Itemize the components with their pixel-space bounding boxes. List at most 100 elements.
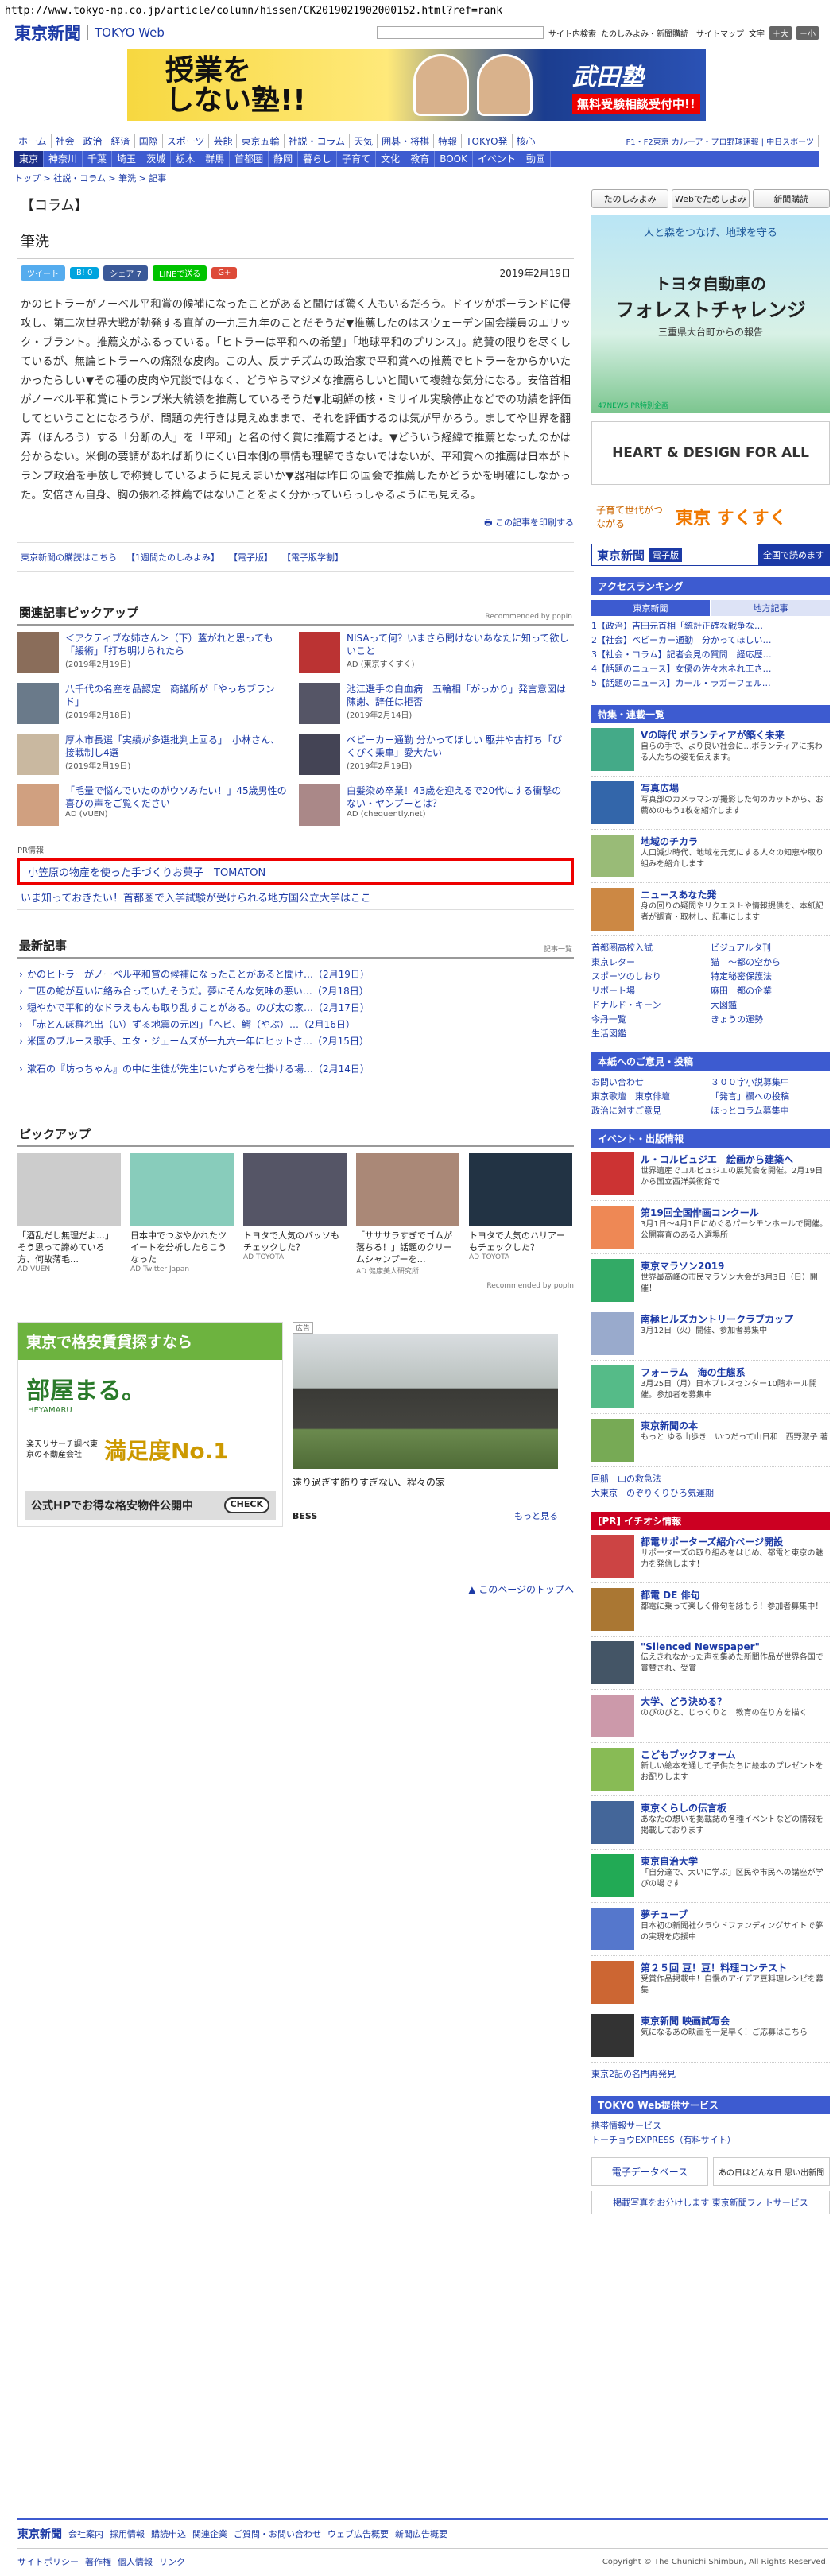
subnav-item[interactable]: 栃木 — [171, 151, 201, 167]
heart-design-ad[interactable]: HEART & DESIGN FOR ALL — [591, 421, 830, 485]
pickup-item[interactable]: 日本中でつぶやかれたツイートを分析したらこうなった AD Twitter Japa… — [130, 1153, 234, 1276]
pickup-title[interactable]: 「酒乱だし無理だよ…」そう思って諦めている方、何故薄毛… — [17, 1230, 121, 1265]
service-link[interactable]: トーチョウEXPRESS（有料サイト） — [591, 2133, 830, 2148]
related-title[interactable]: 「毛量で悩んでいたのがウソみたい！」45歳男性の喜びの声をご覧ください — [65, 784, 288, 810]
category-link[interactable]: ビジュアルタ刊 — [711, 941, 830, 955]
nav-item[interactable]: 政治 — [79, 134, 107, 148]
opinion-link[interactable]: 「発言」欄への投稿 — [711, 1090, 830, 1104]
event-item[interactable]: 東京新聞の本 もっと ゆる山歩き いつだって山日和 西野淑子 著 — [591, 1414, 830, 1467]
footer-link[interactable]: 関連企業 — [192, 2528, 227, 2540]
related-title[interactable]: 八千代の名産を品認定 商議所が「やっちブランド」 — [65, 683, 288, 708]
event-title[interactable]: フォーラム 海の生態系 — [641, 1365, 830, 1379]
pickup-item[interactable]: 「サササラすぎでゴムが落ちる！」話題のクリームシャンプーを… AD 健康美人研究所 — [356, 1153, 459, 1276]
latest-item[interactable]: 二匹の蛇が互いに絡み合っていたそうだ。夢にそんな気味の悪い…（2月18日） — [17, 983, 574, 1000]
line-share-button[interactable]: LINEで送る — [152, 265, 207, 281]
category-link[interactable]: 特定秘密保護法 — [711, 970, 830, 984]
latest-more-link[interactable]: 記事一覧 — [544, 943, 572, 954]
latest-item[interactable]: かのヒトラーがノーベル平和賞の候補になったことがあると聞け…（2月19日） — [17, 966, 574, 983]
pr-item[interactable]: 東京新聞 映画試写会 気になるあの映画を一足早く！ご応募はこちら — [591, 2009, 830, 2063]
event-title[interactable]: 南極ヒルズカントリークラブカップ — [641, 1312, 793, 1326]
subnav-item[interactable]: 茨城 — [141, 151, 172, 167]
category-link[interactable]: きょうの運勢 — [711, 1013, 830, 1027]
category-link[interactable]: 生活図鑑 — [591, 1027, 711, 1041]
nav-item[interactable]: 社会 — [52, 134, 79, 148]
opinion-link[interactable]: お問い合わせ — [591, 1075, 711, 1090]
subnav-item[interactable]: BOOK — [435, 151, 473, 167]
tab-tokyo[interactable]: 東京新聞 — [591, 600, 710, 616]
pr-title[interactable]: 大学、どう決める？ — [641, 1695, 808, 1708]
footer-link[interactable]: 新聞広告概要 — [395, 2528, 447, 2540]
event-item[interactable]: 南極ヒルズカントリークラブカップ 3月12日（火）開催、参加者募集中 — [591, 1307, 830, 1361]
related-item[interactable]: NISAって何？いまさら聞けないあなたに知って欲しいこと AD (東京すくすく) — [299, 632, 569, 680]
subnav-item[interactable]: 文化 — [376, 151, 406, 167]
tokyo-web-logo[interactable]: TOKYO Web — [87, 25, 165, 40]
pr-item[interactable]: 東京くらしの伝言板 あなたの想いを掲載誌の各種イベントなどの情報を掲載しております — [591, 1796, 830, 1850]
ranking-item[interactable]: 4【話題のニュース】女優の佐々木ネれ工さ… — [591, 662, 830, 676]
subnav-item[interactable]: 群馬 — [200, 151, 231, 167]
ranking-item[interactable]: 2【社会】ベビーカー通勤 分かってほしい… — [591, 633, 830, 648]
address-bar-url[interactable]: http://www.tokyo-np.co.jp/article/column… — [0, 0, 833, 22]
category-link[interactable]: 麻田 都の企業 — [711, 984, 830, 998]
nav-item[interactable]: 経済 — [107, 134, 135, 148]
opinion-link[interactable]: ほっとコラム募集中 — [711, 1104, 830, 1118]
subnav-item[interactable]: 千葉 — [83, 151, 113, 167]
event-item[interactable]: 第19回全国俳画コンクール 3月1日～4月1日にめぐるパーシモンホールで開催。公開… — [591, 1201, 830, 1254]
pickup-item[interactable]: トヨタで人気のハリアーもチェックした？ AD TOYOTA — [469, 1153, 572, 1276]
opinion-link[interactable]: 東京歌壇 東京俳壇 — [591, 1090, 711, 1104]
footer-link[interactable]: サイトポリシー — [17, 2555, 79, 2568]
pr-title[interactable]: 第２５回 豆！豆！料理コンテスト — [641, 1961, 830, 1974]
event-title[interactable]: 東京新聞の本 — [641, 1419, 828, 1432]
digital-link[interactable]: 【電子版】 — [229, 551, 273, 564]
tweet-button[interactable]: ツイート — [21, 265, 65, 281]
pr-title[interactable]: 東京くらしの伝言板 — [641, 1801, 830, 1815]
nav-item[interactable]: 核心 — [513, 134, 540, 148]
pickup-item[interactable]: 「酒乱だし無理だよ…」そう思って諦めている方、何故薄毛… AD VUEN — [17, 1153, 121, 1276]
trial-link[interactable]: 【1週間たのしみよみ】 — [126, 551, 219, 564]
subscribe-button[interactable]: 新聞購読 — [752, 189, 830, 208]
facebook-share-button[interactable]: シェア 7 — [103, 265, 148, 281]
category-link[interactable]: 猫 ～都の空から — [711, 955, 830, 970]
footer-link[interactable]: リンク — [159, 2555, 185, 2568]
memory-paper-banner[interactable]: あの日はどんな日 思い出新聞 — [713, 2157, 830, 2186]
footer-link[interactable]: 著作権 — [85, 2555, 111, 2568]
ranking-item[interactable]: 3【社会・コラム】記者会見の質問 経応歴… — [591, 648, 830, 662]
related-title[interactable]: ベビーカー通勤 分かってほしい 駆井や古打ち「びくびく乗車」愛大たい — [347, 734, 569, 759]
nav-item[interactable]: 社説・コラム — [285, 134, 351, 148]
nav-item[interactable]: ホーム — [14, 134, 52, 148]
event-item[interactable]: フォーラム 海の生態系 3月25日（月）日本プレスセンター10階ホール開催。参加者… — [591, 1361, 830, 1414]
subscribe-link[interactable]: 東京新聞の購読はこちら — [21, 551, 117, 564]
trial-read-button[interactable]: たのしみよみ — [591, 189, 669, 208]
category-link[interactable]: 東京レター — [591, 955, 711, 970]
pr-title[interactable]: 都電サポーターズ紹介ページ開設 — [641, 1535, 830, 1548]
back-to-top-link[interactable]: ▲ このページのトップへ — [17, 1582, 574, 1596]
nav-item[interactable]: 国際 — [135, 134, 163, 148]
footer-link[interactable]: 購読申込 — [151, 2528, 186, 2540]
related-title[interactable]: 池江選手の白血病 五輪相「がっかり」発言意図は陳謝、辞任は拒否 — [347, 683, 569, 708]
event-title[interactable]: 東京マラソン2019 — [641, 1259, 830, 1273]
nav-item[interactable]: スポーツ — [163, 134, 210, 148]
category-link[interactable]: 首都圏高校入試 — [591, 941, 711, 955]
category-link[interactable]: 大図鑑 — [711, 998, 830, 1013]
site-logo[interactable]: 東京新聞 — [14, 21, 81, 45]
pr-item[interactable]: "Silenced Newspaper" 伝えきれなかった声を集めた新聞作品が世界… — [591, 1637, 830, 1690]
nav-item[interactable]: 芸能 — [209, 134, 238, 148]
sukusuku-ad[interactable]: 子育て世代がつながる 東京 すくすく — [591, 493, 830, 540]
pr-title[interactable]: 東京自治大学 — [641, 1854, 830, 1868]
event-item[interactable]: ル・コルビュジエ 絵画から建築へ 世界遺産でコルビュジエの展覧会を開催。2月19日… — [591, 1148, 830, 1201]
special-title[interactable]: Vの時代 ボランティアが築く未来 — [641, 728, 830, 742]
related-item[interactable]: 厚木市長選「実績が多選批判上回る」 小林さん、接戦制し4選 (2019年2月19日… — [17, 734, 288, 781]
subnav-item[interactable]: 埼玉 — [112, 151, 142, 167]
related-title[interactable]: 厚木市長選「実績が多選批判上回る」 小林さん、接戦制し4選 — [65, 734, 288, 759]
pr-item[interactable]: 第２５回 豆！豆！料理コンテスト 受賞作品掲載中！自慢のアイデア豆料理レシピを募集 — [591, 1956, 830, 2009]
pr-title[interactable]: 都電 DE 俳句 — [641, 1588, 823, 1602]
related-item[interactable]: 八千代の名産を品認定 商議所が「やっちブランド」 (2019年2月18日) — [17, 683, 288, 730]
photo-service-banner[interactable]: 掲載写真をお分けします 東京新聞フォトサービス — [591, 2191, 830, 2214]
toyota-forest-ad[interactable]: 人と森をつなげ、地球を守る トヨタ自動車の フォレストチャレンジ 三重県大台町か… — [591, 215, 830, 413]
event-title[interactable]: ル・コルビュジエ 絵画から建築へ — [641, 1152, 830, 1166]
heyamaru-ad[interactable]: 東京で格安賃貸探すなら 部屋まる。 HEYAMARU 楽天リサーチ調べ東京の不動… — [17, 1322, 283, 1527]
related-item[interactable]: ＜アクティブな姉さん＞（下）蓋がれと思っても「緩術」「打ち明けられたら (2019… — [17, 632, 288, 680]
subnav-item[interactable]: 教育 — [405, 151, 436, 167]
opinion-link[interactable]: 政治に対すご意見 — [591, 1104, 711, 1118]
top-ad-banner[interactable]: 授業を しない塾!! 武田塾 無料受験相談受付中!! — [127, 49, 706, 121]
ad-more-link[interactable]: もっと見る — [514, 1509, 558, 1522]
